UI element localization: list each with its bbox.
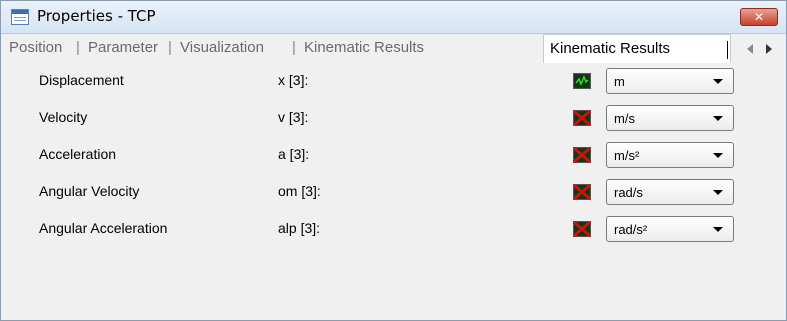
row-label: Angular Acceleration [39, 220, 168, 236]
result-row-velocity: Velocity v [3]: m/s [8, 100, 778, 134]
active-tab-label: Kinematic Results [550, 40, 671, 57]
tab-position[interactable]: Position [9, 39, 62, 56]
chevron-down-icon [713, 227, 723, 232]
unit-dropdown[interactable]: m [606, 68, 734, 94]
row-symbol: alp [3]: [278, 220, 321, 236]
plot-monitor-icon[interactable] [573, 73, 591, 89]
kinematic-results-panel: Displacement x [3]: m Velocity v [3]: m/… [8, 63, 778, 318]
tab-parameter[interactable]: Parameter [88, 39, 158, 56]
disabled-x-icon[interactable] [573, 221, 591, 237]
chevron-down-icon [713, 116, 723, 121]
window-title: Properties - TCP [37, 7, 156, 25]
properties-window: Properties - TCP ✕ Position | Parameter … [0, 0, 787, 321]
row-symbol: a [3]: [278, 146, 310, 162]
chevron-down-icon [713, 190, 723, 195]
tab-separator: | [168, 39, 172, 56]
tab-strip: Position | Parameter | Visualization | K… [1, 34, 786, 63]
unit-value: m/s [614, 111, 635, 126]
row-label: Angular Velocity [39, 183, 140, 199]
tab-kinematic-results[interactable]: Kinematic Results [304, 39, 424, 56]
close-button[interactable]: ✕ [740, 8, 778, 26]
tab-kinematic-results-active[interactable]: Kinematic Results [543, 34, 731, 63]
tab-separator: | [76, 39, 80, 56]
row-symbol: om [3]: [278, 183, 321, 199]
unit-dropdown[interactable]: m/s [606, 105, 734, 131]
unit-dropdown[interactable]: rad/s² [606, 216, 734, 242]
result-row-acceleration: Acceleration a [3]: m/s² [8, 137, 778, 171]
unit-value: m [614, 74, 625, 89]
tab-separator: | [292, 39, 296, 56]
tab-visualization[interactable]: Visualization [180, 39, 264, 56]
disabled-x-icon[interactable] [573, 110, 591, 126]
tab-scroll-right-icon[interactable] [766, 44, 772, 54]
row-label: Acceleration [39, 146, 117, 162]
result-row-angular-velocity: Angular Velocity om [3]: rad/s [8, 174, 778, 208]
result-row-displacement: Displacement x [3]: m [8, 63, 778, 97]
result-row-angular-acceleration: Angular Acceleration alp [3]: rad/s² [8, 211, 778, 245]
chevron-down-icon [713, 79, 723, 84]
unit-dropdown[interactable]: m/s² [606, 142, 734, 168]
row-symbol: v [3]: [278, 109, 309, 125]
row-label: Displacement [39, 72, 124, 88]
title-bar: Properties - TCP ✕ [1, 1, 786, 34]
unit-value: rad/s [614, 185, 643, 200]
tab-focus-caret [727, 41, 728, 59]
unit-dropdown[interactable]: rad/s [606, 179, 734, 205]
row-label: Velocity [39, 109, 88, 125]
unit-value: m/s² [614, 148, 640, 163]
row-symbol: x [3]: [278, 72, 309, 88]
window-icon [11, 9, 29, 25]
tab-scroll-left-icon[interactable] [747, 44, 753, 54]
disabled-x-icon[interactable] [573, 184, 591, 200]
chevron-down-icon [713, 153, 723, 158]
disabled-x-icon[interactable] [573, 147, 591, 163]
unit-value: rad/s² [614, 222, 648, 237]
